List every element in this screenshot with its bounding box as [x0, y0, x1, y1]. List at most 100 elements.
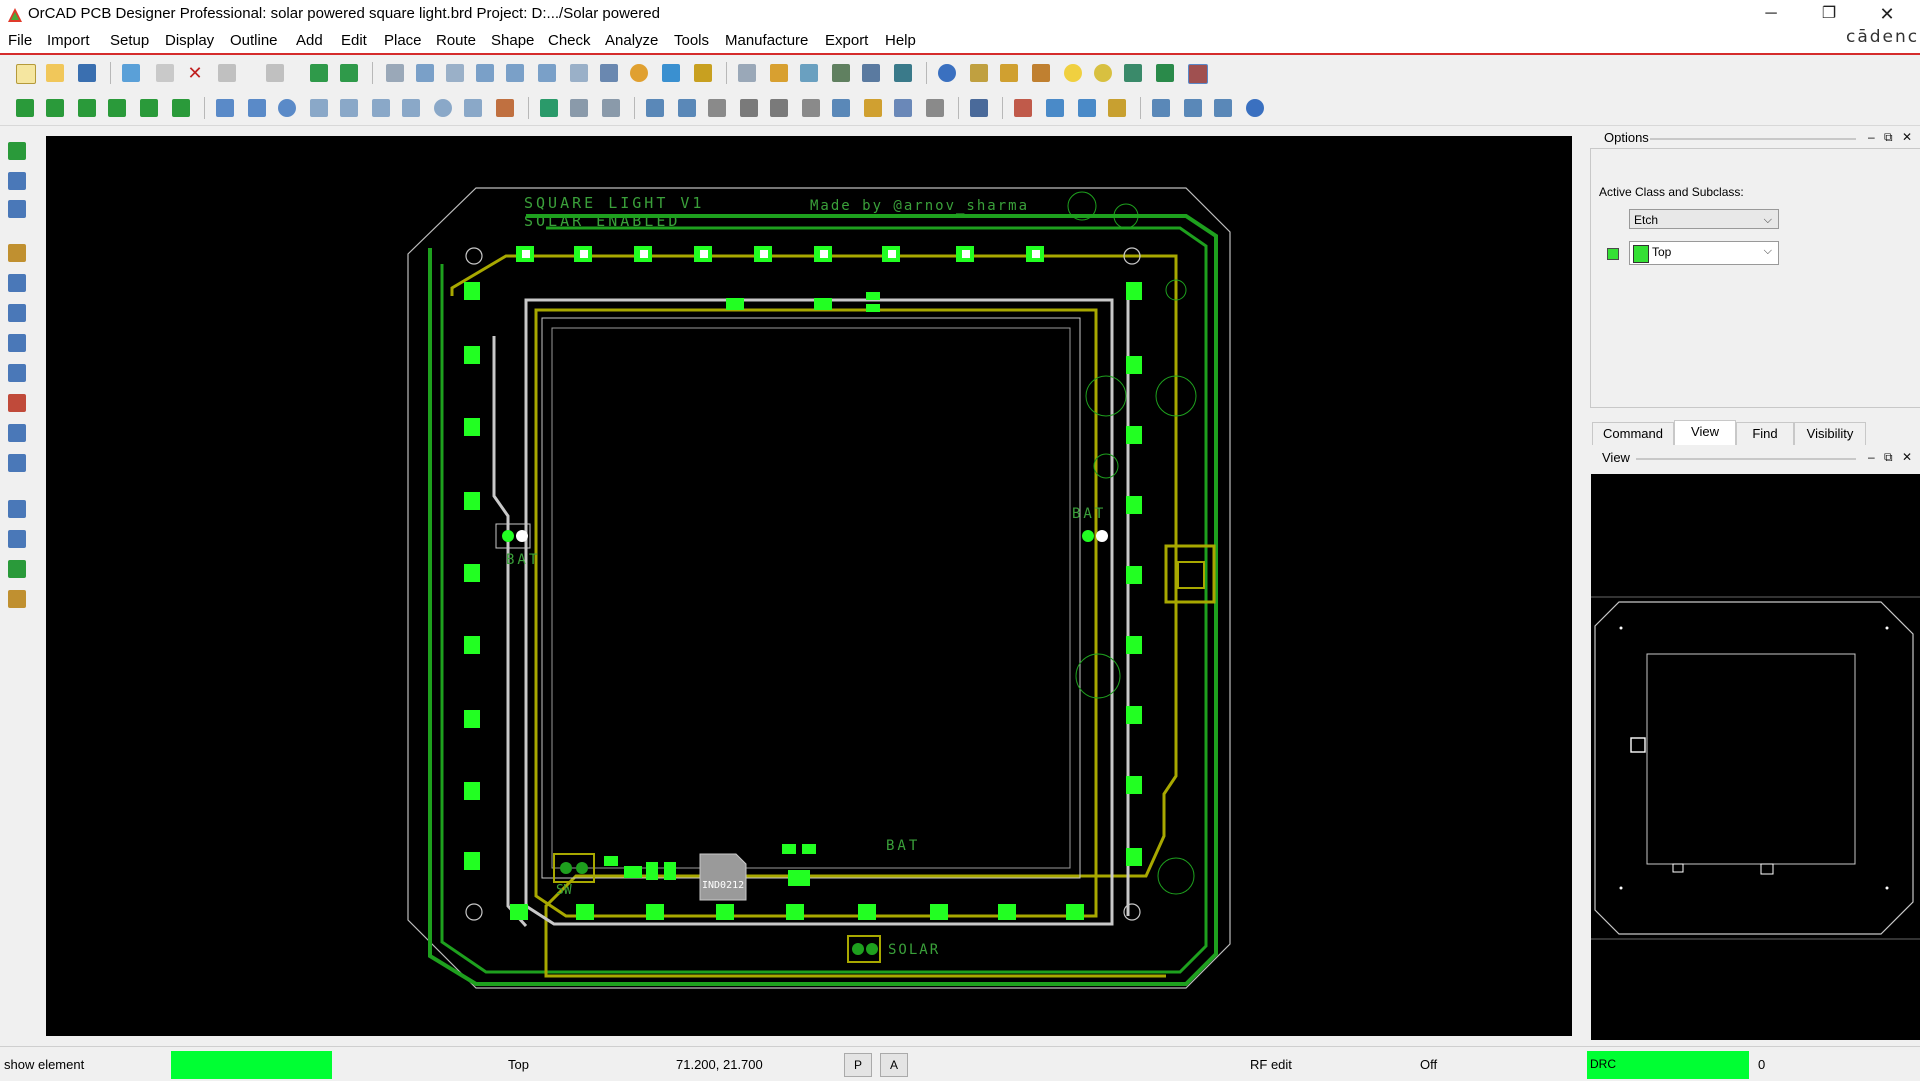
void-circle-icon[interactable] [434, 99, 452, 117]
menu-help[interactable]: Help [885, 32, 916, 49]
pick-icon[interactable] [310, 64, 328, 82]
close-button[interactable]: ✕ [1864, 0, 1910, 28]
class-dropdown[interactable]: Etch ⌵ [1629, 209, 1779, 229]
window-icon-1[interactable] [1152, 99, 1170, 117]
flag-icon[interactable] [802, 99, 820, 117]
restore-button[interactable]: ❐ [1806, 0, 1852, 28]
color-icon[interactable] [770, 64, 788, 82]
fanout-icon[interactable] [8, 334, 26, 352]
zoom-prev-icon[interactable] [538, 64, 556, 82]
dehighlight-icon[interactable] [1094, 64, 1112, 82]
menu-shape[interactable]: Shape [491, 32, 534, 49]
pick-color-icon[interactable] [1032, 64, 1050, 82]
menu-setup[interactable]: Setup [110, 32, 149, 49]
absolute-mode-button[interactable]: A [880, 1053, 908, 1077]
pcb-icon-3[interactable] [1108, 99, 1126, 117]
route-icon[interactable] [970, 99, 988, 117]
panel-float-icon[interactable]: ⧉ [1884, 130, 1893, 145]
menu-route[interactable]: Route [436, 32, 476, 49]
label-icon[interactable] [1014, 99, 1032, 117]
menu-tools[interactable]: Tools [674, 32, 709, 49]
world-view-canvas[interactable] [1591, 474, 1920, 1040]
minimize-button[interactable]: ─ [1748, 0, 1794, 28]
drill-icon[interactable] [708, 99, 726, 117]
drc-toggle-icon[interactable] [1188, 64, 1208, 84]
report-icon[interactable] [1124, 64, 1142, 82]
swap-icon[interactable] [8, 172, 26, 190]
step-icon[interactable] [216, 99, 234, 117]
grid-icon[interactable] [386, 64, 404, 82]
view-float-icon[interactable]: ⧉ [1884, 450, 1893, 465]
save-icon[interactable] [78, 64, 96, 82]
menu-place[interactable]: Place [384, 32, 422, 49]
menu-outline[interactable]: Outline [230, 32, 278, 49]
zoom-selection-icon[interactable] [600, 64, 618, 82]
menu-edit[interactable]: Edit [341, 32, 367, 49]
properties-icon[interactable] [970, 64, 988, 82]
redo-icon[interactable] [266, 64, 284, 82]
shape-parameters-icon[interactable] [496, 99, 514, 117]
tab-command[interactable]: Command [1592, 422, 1674, 445]
window-icon-2[interactable] [1184, 99, 1202, 117]
void-rectangle-icon[interactable] [402, 99, 420, 117]
zoom-world-icon[interactable] [570, 64, 588, 82]
datum-dimension-icon[interactable] [602, 99, 620, 117]
via-icon[interactable] [8, 424, 26, 442]
class-icon-4[interactable] [108, 99, 126, 117]
move-icon[interactable] [122, 64, 140, 82]
rename-icon[interactable] [8, 200, 26, 218]
menu-check[interactable]: Check [548, 32, 591, 49]
zoom-window-icon[interactable] [416, 64, 434, 82]
zoom-in-icon[interactable] [476, 64, 494, 82]
camera-icon[interactable] [740, 99, 758, 117]
info-icon[interactable] [938, 64, 956, 82]
open-folder-icon[interactable] [46, 64, 64, 82]
pcb-icon-1[interactable] [1046, 99, 1064, 117]
pin-icon[interactable] [340, 64, 358, 82]
panel-icon[interactable] [832, 99, 850, 117]
diff-pair-icon[interactable] [8, 454, 26, 472]
layer-icon[interactable] [800, 64, 818, 82]
linear-dimension-icon[interactable] [570, 99, 588, 117]
artwork-icon[interactable] [678, 99, 696, 117]
class-icon-6[interactable] [172, 99, 190, 117]
menu-analyze[interactable]: Analyze [605, 32, 658, 49]
add-text-icon[interactable] [8, 560, 26, 578]
rectangle-icon[interactable] [248, 99, 266, 117]
grid-toggle-icon[interactable] [738, 64, 756, 82]
void-icon[interactable] [372, 99, 390, 117]
options-title-grip[interactable] [1650, 138, 1856, 140]
slide-icon[interactable] [8, 274, 26, 292]
menu-export[interactable]: Export [825, 32, 868, 49]
view-title-grip[interactable] [1636, 458, 1856, 460]
panel-minimize-icon[interactable]: – [1868, 130, 1875, 144]
constraint-icon[interactable] [1156, 64, 1174, 82]
place-icon[interactable] [8, 142, 26, 160]
array-icon[interactable] [926, 99, 944, 117]
panel-close-icon[interactable]: ✕ [1902, 130, 1912, 144]
class-icon-2[interactable] [46, 99, 64, 117]
menu-file[interactable]: File [8, 32, 32, 49]
dimension-icon[interactable] [540, 99, 558, 117]
zoom-fit-icon[interactable] [446, 64, 464, 82]
connect-icon[interactable] [8, 244, 26, 262]
subclass-dropdown[interactable]: Top ⌵ [1629, 241, 1779, 265]
tab-view[interactable]: View [1674, 420, 1736, 445]
refresh-icon[interactable] [630, 64, 648, 82]
pcb-board[interactable]: SQUARE LIGHT V1 SOLAR ENABLED Made by @a… [46, 136, 1572, 1036]
layer-visibility-icon[interactable] [862, 64, 880, 82]
tab-find[interactable]: Find [1736, 422, 1794, 445]
zoom-out-icon[interactable] [506, 64, 524, 82]
select-shape-icon[interactable] [310, 99, 328, 117]
spread-icon[interactable] [864, 99, 882, 117]
pcb-icon-2[interactable] [1078, 99, 1096, 117]
window-icon-3[interactable] [1214, 99, 1232, 117]
view-minimize-icon[interactable]: – [1868, 450, 1875, 464]
tab-visibility[interactable]: Visibility [1794, 422, 1866, 445]
add-line-icon[interactable] [8, 500, 26, 518]
layer-color-toggle[interactable] [1607, 248, 1619, 260]
nc-drill-icon[interactable] [770, 99, 788, 117]
menu-add[interactable]: Add [296, 32, 323, 49]
help-icon[interactable] [1246, 99, 1264, 117]
cline-icon[interactable] [8, 394, 26, 412]
